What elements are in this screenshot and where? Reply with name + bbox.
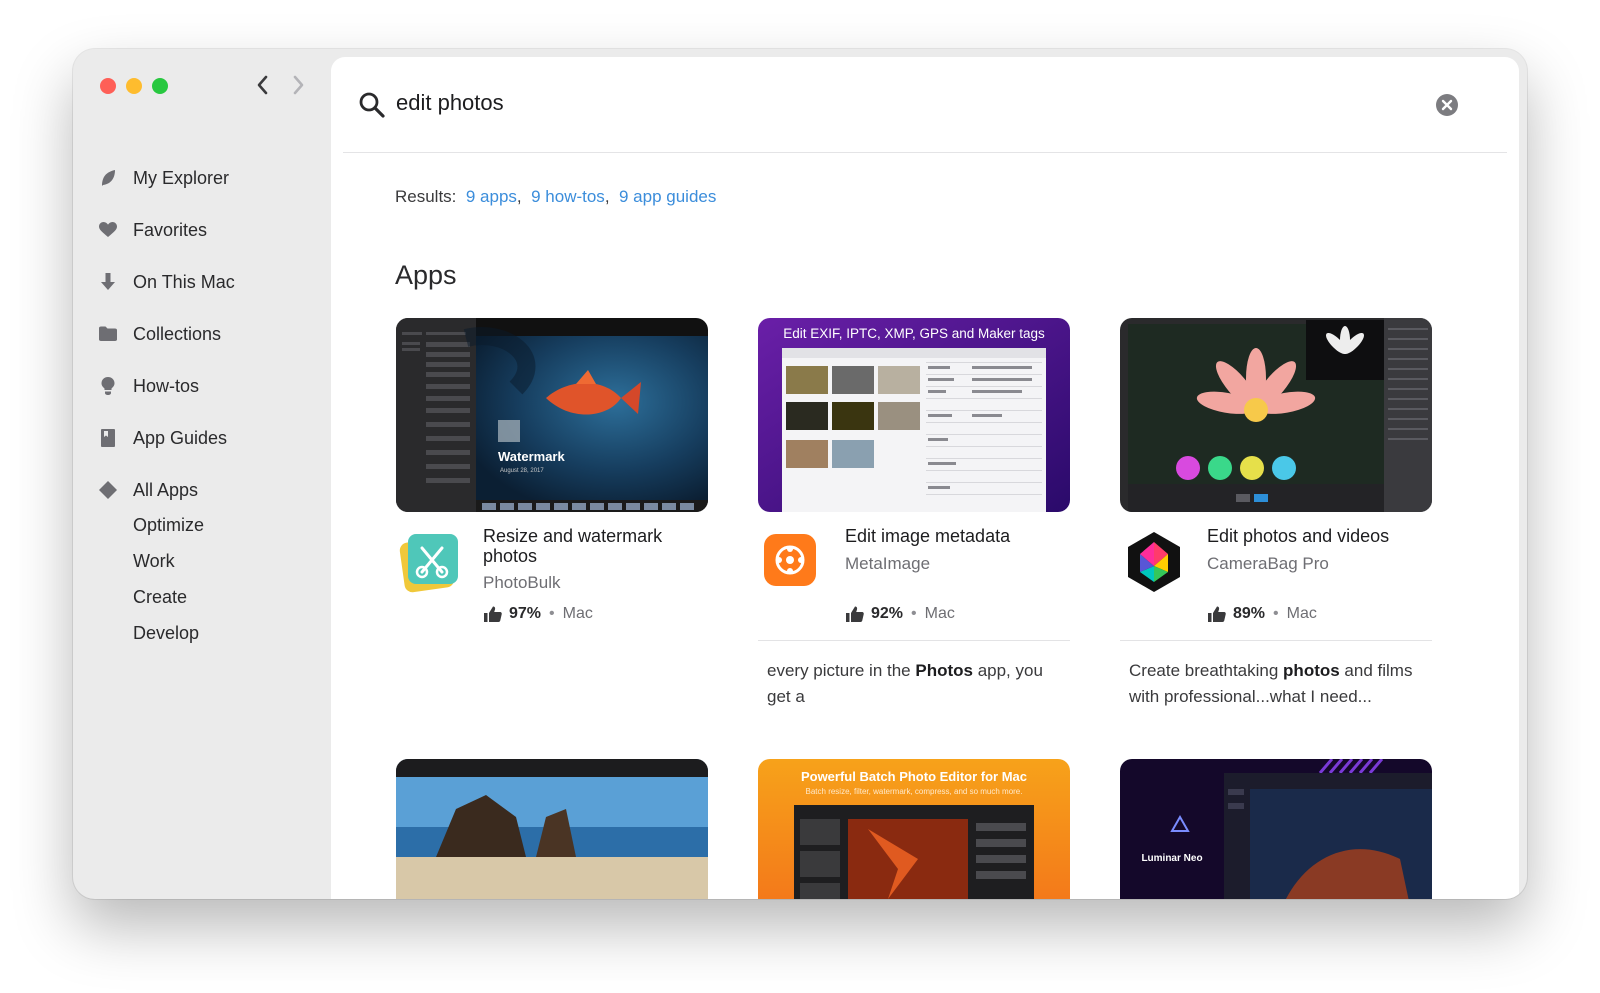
sidebar-item-label: Favorites <box>133 219 208 240</box>
separator-dot: • <box>911 605 917 622</box>
rating-percent: 97% <box>509 605 542 622</box>
sidebar-item-label: How-tos <box>133 375 200 396</box>
separator-dot: • <box>1273 605 1279 622</box>
sidebar-item-app-guides[interactable]: App Guides <box>97 421 317 455</box>
app-developer-name: CameraBag Pro <box>1207 554 1329 573</box>
rating-percent: 89% <box>1233 605 1266 622</box>
app-screenshot[interactable]: Watermark August 28, 2017 <box>396 318 708 512</box>
platform-label: Mac <box>562 605 593 622</box>
sidebar-subitem-create[interactable]: Create <box>133 583 187 611</box>
close-window-button[interactable] <box>100 78 116 94</box>
app-screenshot[interactable] <box>1120 318 1432 512</box>
minimize-window-button[interactable] <box>126 78 142 94</box>
results-label: Results: <box>395 187 457 206</box>
results-summary: Results: 9 apps, 9 how-tos, 9 app guides <box>395 187 716 207</box>
sidebar-item-how-tos[interactable]: How-tos <box>97 369 317 403</box>
sidebar: My Explorer Favorites On This Mac Collec… <box>73 49 331 899</box>
folder-icon <box>97 323 119 345</box>
app-developer-name: MetaImage <box>845 554 931 573</box>
back-arrow-icon[interactable] <box>251 71 275 99</box>
sidebar-item-favorites[interactable]: Favorites <box>97 213 317 247</box>
results-howtos-link[interactable]: 9 how-tos <box>531 187 605 206</box>
sidebar-item-collections[interactable]: Collections <box>97 317 317 351</box>
thumbs-up-icon <box>846 606 864 622</box>
main-content: Results: 9 apps, 9 how-tos, 9 app guides… <box>331 57 1519 899</box>
platform-label: Mac <box>1286 605 1317 622</box>
card-divider <box>758 640 1070 641</box>
app-window: My Explorer Favorites On This Mac Collec… <box>73 49 1527 899</box>
results-apps-link[interactable]: 9 apps <box>466 187 517 206</box>
rating-percent: 92% <box>871 605 904 622</box>
leaf-icon <box>97 167 119 189</box>
card-divider <box>1120 640 1432 641</box>
svg-text:Batch resize, filter, watermar: Batch resize, filter, watermark, compres… <box>806 787 1023 796</box>
sidebar-item-all-apps[interactable]: All Apps <box>97 473 317 507</box>
diamond-icon <box>97 479 119 501</box>
metaimage-app-icon <box>764 534 816 586</box>
sidebar-subitem-optimize[interactable]: Optimize <box>133 511 204 539</box>
forward-arrow-icon[interactable] <box>286 71 310 99</box>
app-title[interactable]: Edit image metadata <box>845 526 1065 546</box>
svg-text:Powerful Batch Photo Editor fo: Powerful Batch Photo Editor for Mac <box>801 769 1027 784</box>
clear-search-icon[interactable] <box>1435 93 1459 117</box>
thumbs-up-icon <box>1208 606 1226 622</box>
search-bar <box>343 57 1507 153</box>
section-title-apps: Apps <box>395 260 457 290</box>
svg-text:Luminar Neo: Luminar Neo <box>1141 853 1202 864</box>
app-rating: 89% • Mac <box>1207 605 1317 623</box>
svg-text:Edit EXIF, IPTC, XMP, GPS and: Edit EXIF, IPTC, XMP, GPS and Maker tags <box>783 326 1045 341</box>
photobulk-app-icon <box>399 534 458 593</box>
sidebar-item-label: All Apps <box>133 479 199 500</box>
sidebar-item-label: My Explorer <box>133 167 230 188</box>
svg-text:Watermark: Watermark <box>498 449 565 464</box>
results-separator: , <box>604 187 610 206</box>
app-screenshot[interactable]: Edit EXIF, IPTC, XMP, GPS and Maker tags <box>758 318 1070 512</box>
sidebar-subitem-work[interactable]: Work <box>133 547 175 575</box>
review-snippet: every picture in the Photos app, you get… <box>767 661 1043 706</box>
thumbs-up-icon <box>484 606 502 622</box>
app-title[interactable]: Edit photos and videos <box>1207 526 1427 546</box>
app-rating: 92% • Mac <box>845 605 955 623</box>
platform-label: Mac <box>924 605 955 622</box>
sidebar-item-label: App Guides <box>133 427 228 448</box>
sidebar-item-label: Collections <box>133 323 222 344</box>
download-arrow-icon <box>97 271 119 293</box>
sidebar-item-label: On This Mac <box>133 271 235 292</box>
results-guides-link[interactable]: 9 app guides <box>619 187 716 206</box>
camerabag-pro-app-icon <box>1128 532 1180 592</box>
svg-text:August 28, 2017: August 28, 2017 <box>500 468 544 474</box>
app-screenshot[interactable]: Powerful Batch Photo Editor for Mac Batc… <box>758 759 1070 899</box>
sidebar-item-my-explorer[interactable]: My Explorer <box>97 161 317 195</box>
app-developer-name: PhotoBulk <box>483 573 561 592</box>
zoom-window-button[interactable] <box>152 78 168 94</box>
results-separator: , <box>516 187 522 206</box>
app-title[interactable]: Resize and watermark photos <box>483 526 703 566</box>
review-snippet: Create breathtaking photos and films wit… <box>1129 661 1413 706</box>
search-input[interactable] <box>396 83 1396 123</box>
book-icon <box>97 427 119 449</box>
sidebar-subitem-develop[interactable]: Develop <box>133 619 199 647</box>
separator-dot: • <box>549 605 555 622</box>
app-screenshot[interactable]: Luminar Neo <box>1120 759 1432 899</box>
app-rating: 97% • Mac <box>483 605 593 623</box>
heart-icon <box>97 219 119 241</box>
search-icon <box>359 92 385 118</box>
lightbulb-icon <box>97 375 119 397</box>
app-screenshot[interactable] <box>396 759 708 899</box>
sidebar-item-on-this-mac[interactable]: On This Mac <box>97 265 317 299</box>
